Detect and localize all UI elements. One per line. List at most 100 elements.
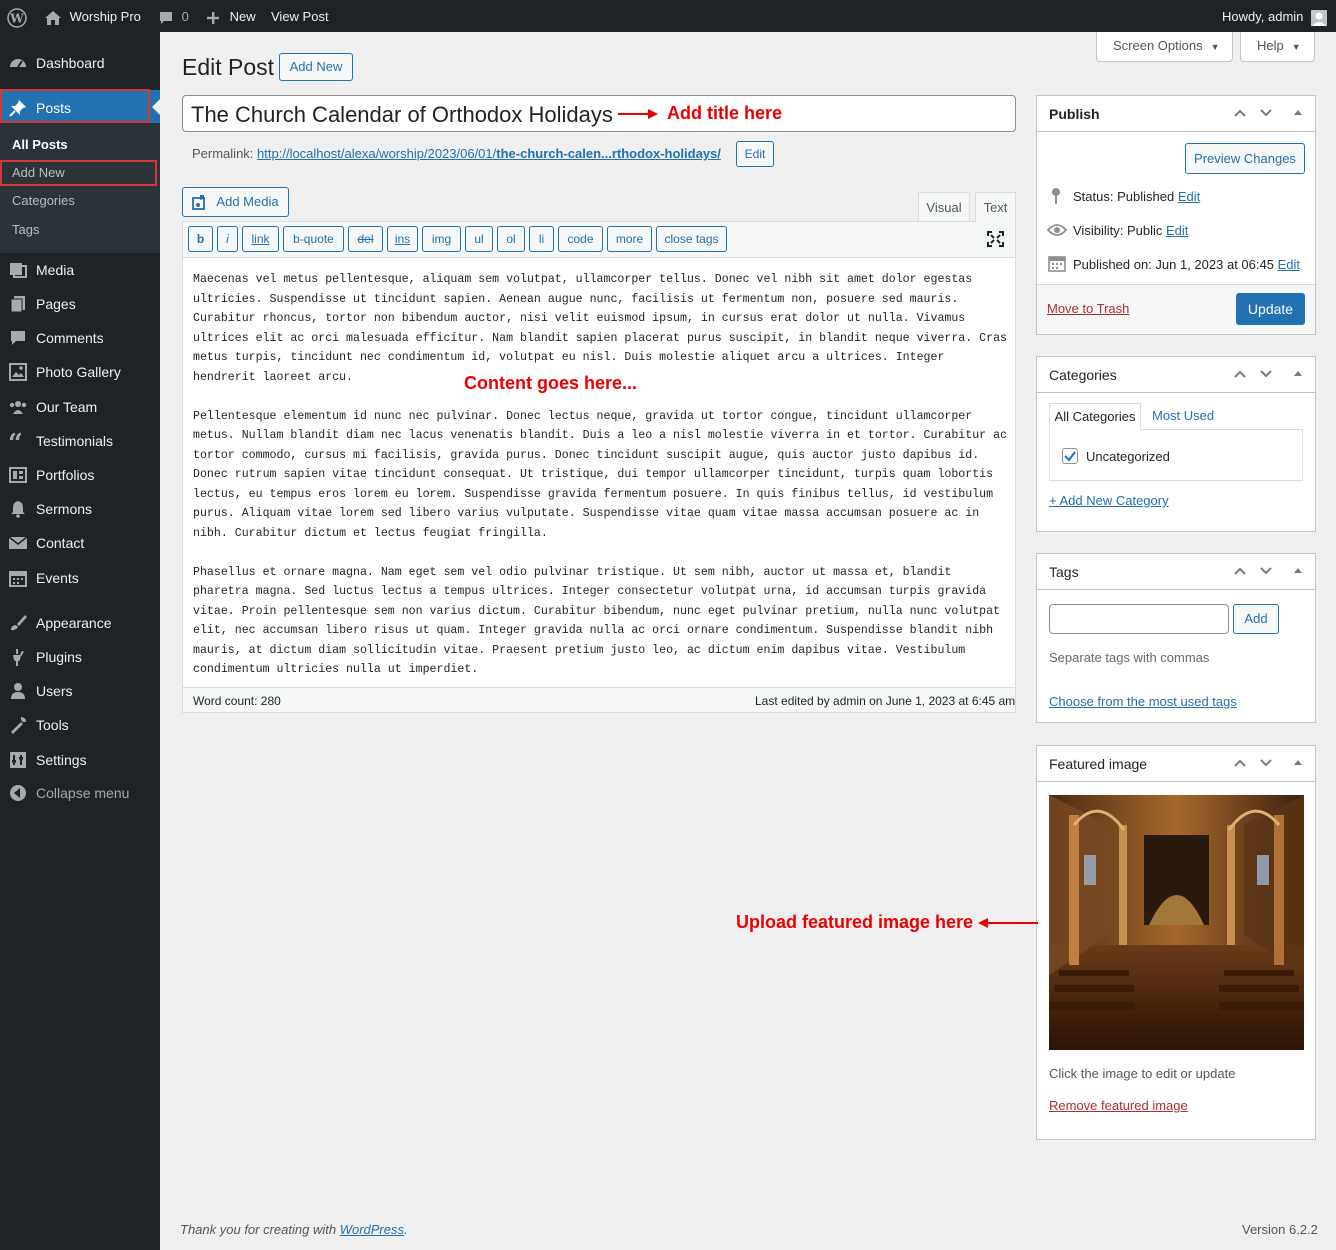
quicktag-ol-button[interactable]: ol [497, 226, 525, 252]
calendar-icon [8, 568, 28, 588]
tab-most-used[interactable]: Most Used [1152, 408, 1214, 423]
toggle-panel-icon[interactable] [1293, 564, 1303, 581]
sidebar-item-comments[interactable]: Comments [0, 320, 160, 354]
sidebar-item-testimonials[interactable]: “ Testimonials [0, 423, 160, 457]
page-title: Edit Post [182, 54, 275, 80]
sidebar-item-sermons[interactable]: Sermons [0, 491, 160, 525]
permalink-row: Permalink: http://localhost/alexa/worshi… [192, 145, 721, 163]
sidebar-item-appearance[interactable]: Appearance [0, 605, 160, 639]
comments-link[interactable]: 0 [158, 0, 189, 32]
published-on-row: Published on: Jun 1, 2023 at 06:45 Edit [1073, 257, 1300, 272]
sidebar-item-users[interactable]: Users [0, 673, 160, 707]
add-new-post-button[interactable]: Add New [279, 53, 353, 81]
add-tag-button[interactable]: Add [1233, 604, 1279, 634]
move-down-icon[interactable] [1259, 367, 1273, 384]
tab-visual[interactable]: Visual [918, 192, 970, 221]
screen-options-button[interactable]: Screen Options ▼ [1096, 32, 1233, 62]
submenu-categories[interactable]: Categories [12, 192, 75, 210]
quicktag-img-button[interactable]: img [422, 226, 461, 252]
sidebar-item-media[interactable]: Media [0, 252, 160, 286]
footer-thanks-prefix: Thank you for creating with [180, 1222, 340, 1237]
move-down-icon[interactable] [1259, 564, 1273, 581]
quicktag-ins-button[interactable]: ins [387, 226, 418, 252]
tab-text[interactable]: Text [975, 192, 1016, 222]
move-up-icon[interactable] [1233, 756, 1247, 773]
move-up-icon[interactable] [1233, 564, 1247, 581]
content-annotation: Content goes here... [464, 373, 638, 393]
visibility-label: Visibility: [1073, 223, 1127, 238]
quicktag-more-button[interactable]: more [607, 226, 652, 252]
status-edit-link[interactable]: Edit [1178, 189, 1200, 204]
uncategorized-checkbox[interactable] [1062, 448, 1078, 464]
toggle-panel-icon[interactable] [1293, 756, 1303, 773]
quicktag-del-button[interactable]: del [348, 226, 383, 252]
sidebar-item-pages[interactable]: Pages [0, 286, 160, 320]
permalink-edit-button[interactable]: Edit [736, 141, 774, 167]
wordpress-logo-icon[interactable]: W [7, 0, 27, 32]
published-on-edit-link[interactable]: Edit [1278, 257, 1300, 272]
tag-input[interactable] [1049, 604, 1229, 634]
move-down-icon[interactable] [1259, 106, 1273, 123]
quicktag-li-button[interactable]: li [529, 226, 554, 252]
submenu-tags[interactable]: Tags [12, 221, 39, 239]
featured-image-box-title: Featured image [1049, 756, 1148, 772]
add-media-icon [192, 194, 210, 222]
my-account-link[interactable]: Howdy, admin [1222, 0, 1328, 32]
caret-down-icon: ▼ [1210, 42, 1220, 52]
sidebar-item-photo-gallery[interactable]: Photo Gallery [0, 354, 160, 388]
sidebar-item-contact[interactable]: Contact [0, 525, 160, 559]
content-paragraph: Phasellus et ornare magna. Nam eget sem … [193, 565, 1001, 677]
footer-thanks-suffix: . [404, 1222, 408, 1237]
brush-icon [8, 613, 28, 633]
site-name-link[interactable]: Worship Pro [44, 0, 141, 32]
admin-bar: W Worship Pro 0 New View Post Howdy, adm… [0, 0, 1336, 32]
sidebar-item-events[interactable]: Events [0, 560, 160, 594]
help-button[interactable]: Help ▼ [1240, 32, 1315, 62]
collapse-menu-button[interactable]: Collapse menu [0, 775, 160, 809]
tab-all-categories[interactable]: All Categories [1049, 403, 1141, 430]
toggle-panel-icon[interactable] [1293, 106, 1303, 123]
sidebar-item-dashboard[interactable]: Dashboard [0, 45, 160, 79]
move-up-icon[interactable] [1233, 367, 1247, 384]
quicktag-close-tags-button[interactable]: close tags [656, 226, 727, 252]
quicktag-bquote-button[interactable]: b-quote [283, 226, 344, 252]
footer-wordpress-link[interactable]: WordPress [340, 1222, 404, 1237]
sidebar-item-plugins[interactable]: Plugins [0, 639, 160, 673]
bell-icon [8, 499, 28, 519]
post-content-textarea[interactable]: Maecenas vel metus pellentesque, aliquam… [193, 270, 1009, 699]
featured-image-box-header: Featured image [1037, 746, 1315, 782]
featured-image-thumbnail[interactable] [1049, 795, 1304, 1050]
quicktag-ul-button[interactable]: ul [465, 226, 493, 252]
sidebar-item-settings[interactable]: Settings [0, 742, 160, 776]
fullscreen-icon[interactable] [987, 231, 1004, 250]
update-button[interactable]: Update [1236, 293, 1305, 325]
sidebar-item-our-team[interactable]: Our Team [0, 389, 160, 423]
sidebar-item-portfolios[interactable]: Portfolios [0, 457, 160, 491]
posts-highlight-box [0, 89, 150, 123]
quicktag-link-button[interactable]: link [242, 226, 279, 252]
move-down-icon[interactable] [1259, 756, 1273, 773]
plugin-icon [8, 647, 28, 667]
new-content-link[interactable]: New [206, 0, 256, 32]
choose-most-used-tags-link[interactable]: Choose from the most used tags [1049, 694, 1237, 709]
status-value: Published [1117, 189, 1175, 204]
remove-featured-image-link[interactable]: Remove featured image [1049, 1098, 1188, 1113]
preview-changes-button[interactable]: Preview Changes [1185, 143, 1305, 174]
permalink-link[interactable]: http://localhost/alexa/worship/2023/06/0… [257, 146, 721, 161]
last-edited-info: Last edited by admin on June 1, 2023 at … [755, 694, 1016, 708]
move-up-icon[interactable] [1233, 106, 1247, 123]
quicktag-italic-button[interactable]: i [217, 226, 238, 252]
view-post-link[interactable]: View Post [271, 0, 329, 32]
comments-count: 0 [181, 9, 189, 24]
sidebar-item-tools[interactable]: Tools [0, 707, 160, 741]
submenu-all-posts[interactable]: All Posts [12, 136, 68, 154]
quicktag-bold-button[interactable]: b [188, 226, 213, 252]
visibility-edit-link[interactable]: Edit [1166, 223, 1188, 238]
add-new-category-link[interactable]: + Add New Category [1049, 493, 1169, 508]
post-title-input[interactable]: The Church Calendar of Orthodox Holidays [182, 95, 1016, 132]
add-new-highlight-box [0, 160, 157, 186]
add-media-button[interactable]: Add Media [182, 187, 289, 217]
toggle-panel-icon[interactable] [1293, 367, 1303, 384]
quicktag-code-button[interactable]: code [558, 226, 603, 252]
move-to-trash-link[interactable]: Move to Trash [1047, 301, 1129, 316]
